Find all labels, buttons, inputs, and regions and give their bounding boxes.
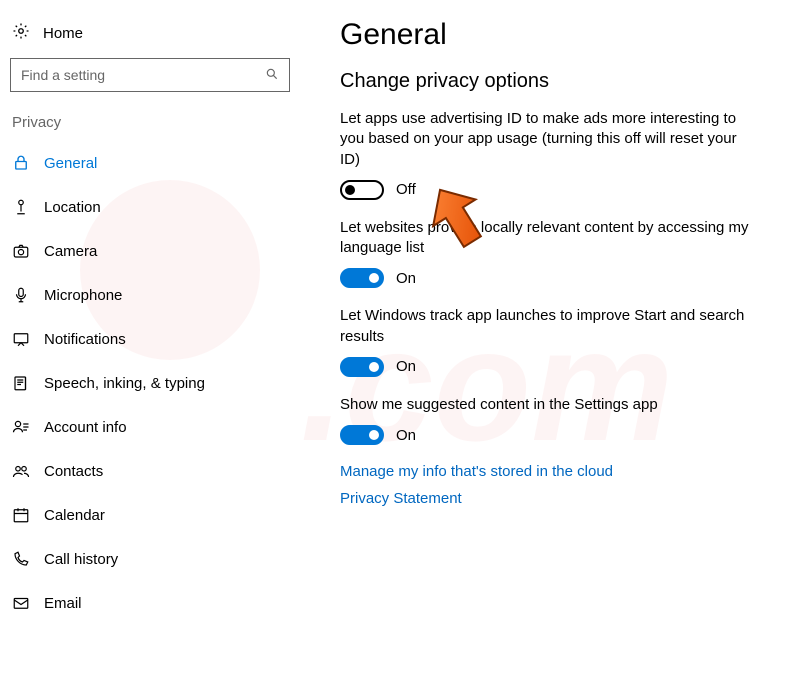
email-icon	[12, 594, 30, 612]
toggle-state-label: Off	[396, 181, 416, 198]
sidebar-item-contacts[interactable]: Contacts	[10, 449, 290, 493]
section-title: Privacy	[10, 114, 290, 141]
sidebar-item-label: Speech, inking, & typing	[44, 375, 205, 392]
gear-icon	[12, 22, 30, 44]
sidebar-item-label: Calendar	[44, 507, 105, 524]
subheading: Change privacy options	[340, 70, 760, 93]
sidebar-item-account[interactable]: Account info	[10, 405, 290, 449]
home-button[interactable]: Home	[10, 18, 290, 58]
sidebar-item-email[interactable]: Email	[10, 581, 290, 625]
sidebar-item-label: Microphone	[44, 287, 122, 304]
phone-icon	[12, 550, 30, 568]
sidebar-item-camera[interactable]: Camera	[10, 229, 290, 273]
toggle-language-list[interactable]	[340, 268, 384, 288]
account-icon	[12, 418, 30, 436]
camera-icon	[12, 242, 30, 260]
toggle-state-label: On	[396, 427, 416, 444]
mic-icon	[12, 286, 30, 304]
toggle-state-label: On	[396, 270, 416, 287]
search-icon	[265, 67, 279, 84]
speech-icon	[12, 374, 30, 392]
sidebar-item-label: Camera	[44, 243, 97, 260]
setting-desc: Let apps use advertising ID to make ads …	[340, 109, 760, 170]
setting-track-launches: Let Windows track app launches to improv…	[340, 306, 760, 377]
setting-advertising-id: Let apps use advertising ID to make ads …	[340, 109, 760, 200]
sidebar-item-location[interactable]: Location	[10, 185, 290, 229]
setting-desc: Let websites provide locally relevant co…	[340, 218, 760, 259]
sidebar-item-notifications[interactable]: Notifications	[10, 317, 290, 361]
sidebar-item-label: Email	[44, 595, 82, 612]
toggle-state-label: On	[396, 358, 416, 375]
calendar-icon	[12, 506, 30, 524]
sidebar-item-calendar[interactable]: Calendar	[10, 493, 290, 537]
setting-language-list: Let websites provide locally relevant co…	[340, 218, 760, 289]
toggle-advertising-id[interactable]	[340, 180, 384, 200]
link-privacy-statement[interactable]: Privacy Statement	[340, 490, 760, 507]
sidebar-item-label: General	[44, 155, 97, 172]
search-input[interactable]: Find a setting	[10, 58, 290, 92]
sidebar-item-label: Call history	[44, 551, 118, 568]
notif-icon	[12, 330, 30, 348]
search-placeholder: Find a setting	[21, 67, 105, 83]
setting-suggested-content: Show me suggested content in the Setting…	[340, 395, 760, 445]
page-title: General	[340, 18, 760, 52]
location-icon	[12, 198, 30, 216]
sidebar-item-speech[interactable]: Speech, inking, & typing	[10, 361, 290, 405]
contacts-icon	[12, 462, 30, 480]
sidebar-item-label: Contacts	[44, 463, 103, 480]
setting-desc: Show me suggested content in the Setting…	[340, 395, 760, 415]
link-manage-cloud-info[interactable]: Manage my info that's stored in the clou…	[340, 463, 760, 480]
sidebar-item-general[interactable]: General	[10, 141, 290, 185]
toggle-suggested-content[interactable]	[340, 425, 384, 445]
lock-icon	[12, 154, 30, 172]
sidebar-item-label: Location	[44, 199, 101, 216]
setting-desc: Let Windows track app launches to improv…	[340, 306, 760, 347]
sidebar-item-microphone[interactable]: Microphone	[10, 273, 290, 317]
sidebar-item-call-history[interactable]: Call history	[10, 537, 290, 581]
home-label: Home	[43, 25, 83, 42]
sidebar-item-label: Account info	[44, 419, 127, 436]
sidebar-item-label: Notifications	[44, 331, 126, 348]
toggle-track-launches[interactable]	[340, 357, 384, 377]
